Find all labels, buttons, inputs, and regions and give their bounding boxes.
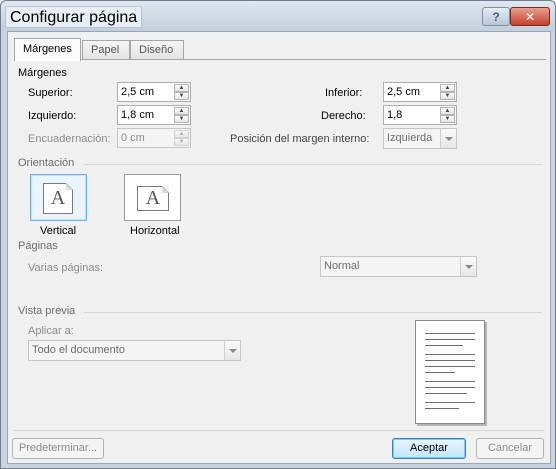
tab-margenes[interactable]: Márgenes xyxy=(14,38,81,61)
apply-to-dropdown: Todo el documento xyxy=(28,340,241,361)
top-margin-value[interactable]: 2,5 cm xyxy=(121,85,154,100)
margins-heading: Márgenes xyxy=(18,67,67,79)
tab-panel-border xyxy=(14,59,546,60)
gutter-position-value: Izquierda xyxy=(387,132,433,144)
apply-to-label: Aplicar a: xyxy=(28,325,74,337)
help-button[interactable]: ? xyxy=(482,7,510,26)
set-default-button[interactable]: Predeterminar... xyxy=(12,438,104,459)
gutter-position-dropdown: Izquierda xyxy=(383,128,457,149)
right-margin-spinner[interactable]: 1,8 ▲ ▼ xyxy=(383,105,457,125)
bottom-margin-label: Inferior: xyxy=(325,87,363,99)
tab-papel[interactable]: Papel xyxy=(82,40,130,60)
left-margin-value[interactable]: 1,8 cm xyxy=(121,108,154,123)
bottom-margin-value[interactable]: 2,5 cm xyxy=(387,85,420,100)
spin-down-icon[interactable]: ▼ xyxy=(174,115,189,123)
chevron-down-icon xyxy=(224,341,240,360)
title-bar[interactable]: Configurar página ? ✕ xyxy=(1,1,555,31)
ok-button[interactable]: Aceptar xyxy=(392,438,466,459)
top-margin-label: Superior: xyxy=(28,87,73,99)
preview-separator xyxy=(84,312,542,313)
multiple-pages-dropdown: Normal xyxy=(320,256,477,277)
preview-heading: Vista previa xyxy=(18,305,76,317)
pages-heading: Páginas xyxy=(18,240,58,252)
right-margin-value[interactable]: 1,8 xyxy=(387,108,402,123)
orientation-heading: Orientación xyxy=(18,157,75,169)
spin-up-icon[interactable]: ▲ xyxy=(440,84,455,92)
spin-down-icon[interactable]: ▼ xyxy=(440,92,455,100)
landscape-button[interactable]: A xyxy=(124,174,181,221)
gutter-spinner: 0 cm ▲ ▼ xyxy=(117,128,191,148)
spin-down-icon: ▼ xyxy=(174,138,189,146)
multiple-pages-label: Varias páginas: xyxy=(28,262,104,274)
multiple-pages-value: Normal xyxy=(324,260,360,272)
page-setup-dialog: Configurar página ? ✕ Márgenes Papel Dis… xyxy=(0,0,556,469)
landscape-page-icon: A xyxy=(137,186,169,211)
tab-diseno[interactable]: Diseño xyxy=(130,40,184,60)
dialog-title: Configurar página xyxy=(5,6,143,28)
top-margin-spinner[interactable]: 2,5 cm ▲ ▼ xyxy=(117,82,191,102)
preview-page-thumbnail xyxy=(415,320,485,424)
spin-down-icon[interactable]: ▼ xyxy=(174,92,189,100)
apply-to-value: Todo el documento xyxy=(32,344,125,356)
chevron-down-icon xyxy=(440,129,456,148)
left-margin-spinner[interactable]: 1,8 cm ▲ ▼ xyxy=(117,105,191,125)
landscape-label[interactable]: Horizontal xyxy=(130,223,180,239)
spin-up-icon[interactable]: ▲ xyxy=(174,84,189,92)
spin-up-icon[interactable]: ▲ xyxy=(440,107,455,115)
right-margin-label: Derecho: xyxy=(321,110,366,122)
dialog-body: Márgenes Papel Diseño Márgenes Superior:… xyxy=(7,31,551,464)
gutter-label: Encuadernación: xyxy=(28,133,111,145)
spin-down-icon[interactable]: ▼ xyxy=(440,115,455,123)
footer-separator xyxy=(14,430,544,431)
spin-up-icon[interactable]: ▲ xyxy=(174,107,189,115)
orientation-separator xyxy=(84,164,542,165)
gutter-value: 0 cm xyxy=(121,132,145,144)
portrait-button[interactable]: A xyxy=(30,174,87,221)
portrait-page-icon: A xyxy=(43,183,73,214)
spin-up-icon: ▲ xyxy=(174,130,189,138)
gutter-position-label: Posición del margen interno: xyxy=(230,133,370,145)
chevron-down-icon xyxy=(460,257,476,276)
close-button[interactable]: ✕ xyxy=(510,7,550,26)
portrait-label[interactable]: Vertical xyxy=(40,223,76,239)
left-margin-label: Izquierdo: xyxy=(28,110,77,122)
bottom-margin-spinner[interactable]: 2,5 cm ▲ ▼ xyxy=(383,82,457,102)
cancel-button[interactable]: Cancelar xyxy=(476,438,544,459)
